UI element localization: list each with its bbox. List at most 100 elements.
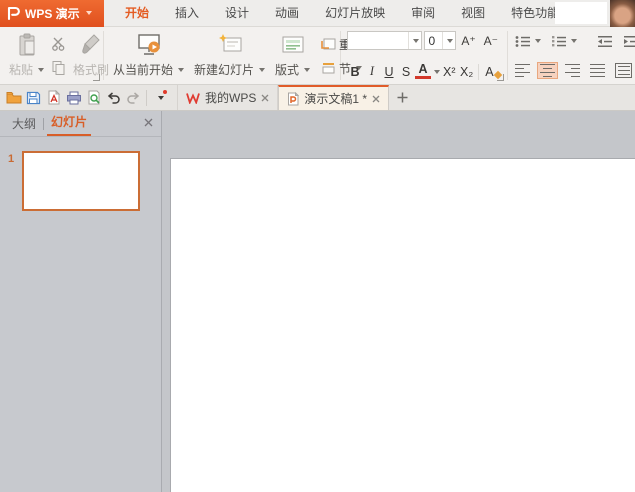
- redo-icon: [126, 91, 141, 104]
- titlebar-blank-field[interactable]: [555, 2, 607, 24]
- cut-scissors-icon[interactable]: [51, 37, 66, 51]
- editing-area: [162, 111, 635, 492]
- close-panel-button[interactable]: [144, 118, 153, 127]
- play-from-current-button[interactable]: 从当前开始: [108, 30, 189, 82]
- chevron-down-icon: [413, 39, 419, 43]
- numbered-list-button[interactable]: [548, 33, 580, 50]
- font-size-value: 0: [425, 34, 443, 48]
- open-file-button[interactable]: [4, 87, 23, 109]
- distribute-text-button[interactable]: [612, 61, 635, 81]
- menu-review[interactable]: 审阅: [398, 0, 448, 26]
- tab-my-wps[interactable]: 我的WPS: [177, 85, 278, 110]
- font-name-combobox[interactable]: [347, 31, 422, 50]
- pdf-export-icon: [47, 90, 61, 105]
- menu-animation[interactable]: 动画: [262, 0, 312, 26]
- open-folder-icon: [6, 91, 22, 104]
- layout-label: 版式: [275, 61, 299, 78]
- export-pdf-button[interactable]: [44, 87, 63, 109]
- menu-design[interactable]: 设计: [212, 0, 262, 26]
- decrease-font-button[interactable]: A⁻: [481, 34, 501, 48]
- close-icon: [144, 118, 153, 127]
- tab-presentation1[interactable]: 演示文稿1 *: [278, 85, 389, 110]
- align-right-button[interactable]: [562, 62, 583, 80]
- save-floppy-icon: [26, 91, 41, 105]
- section-icon: [321, 62, 336, 75]
- font-dialog-launcher[interactable]: [497, 74, 504, 81]
- outline-tab[interactable]: 大纲: [8, 115, 40, 132]
- chevron-down-icon: [158, 96, 164, 100]
- superscript-button[interactable]: X²: [441, 64, 457, 80]
- slides-group: 从当前开始 新建幻灯片 版式: [104, 27, 340, 84]
- notification-dot: [163, 90, 167, 94]
- menu-insert[interactable]: 插入: [162, 0, 212, 26]
- font-group: 0 A⁺ A⁻ B I U S A X² X₂ A: [341, 27, 507, 84]
- increase-indent-button[interactable]: [620, 33, 635, 50]
- printer-icon: [66, 91, 82, 105]
- numbered-list-icon: [551, 35, 567, 48]
- chevron-down-icon: [86, 11, 92, 15]
- bullet-list-button[interactable]: [512, 33, 544, 50]
- customize-toolbar-button[interactable]: [150, 87, 169, 109]
- close-icon[interactable]: [261, 94, 269, 102]
- justify-button[interactable]: [587, 62, 608, 80]
- cut-copy-column: [49, 30, 68, 82]
- slide-thumbnail-1[interactable]: [22, 151, 140, 211]
- layout-button[interactable]: 版式: [270, 30, 315, 82]
- align-center-icon: [540, 64, 555, 78]
- clipboard-dialog-launcher[interactable]: [93, 74, 100, 81]
- copy-icon[interactable]: [51, 60, 66, 75]
- align-right-icon: [565, 64, 580, 78]
- print-preview-icon: [87, 90, 101, 105]
- plus-icon: [397, 92, 408, 103]
- increase-font-button[interactable]: A⁺: [458, 34, 478, 48]
- app-title: WPS 演示: [25, 5, 80, 22]
- slide-thumbnail-row: 1: [0, 151, 161, 211]
- decrease-indent-button[interactable]: [594, 33, 616, 50]
- wps-w-icon: [186, 92, 200, 104]
- slide-layout-icon: [280, 33, 306, 57]
- quick-access-toolbar: [0, 85, 171, 110]
- justify-icon: [590, 64, 605, 78]
- print-button[interactable]: [64, 87, 83, 109]
- menu-home[interactable]: 开始: [112, 0, 162, 26]
- save-button[interactable]: [24, 87, 43, 109]
- slideshow-screen-icon: [136, 33, 162, 57]
- align-center-button[interactable]: [537, 62, 558, 80]
- slide-canvas[interactable]: [170, 158, 635, 492]
- underline-button[interactable]: U: [381, 64, 397, 80]
- paste-label: 粘贴: [9, 61, 33, 78]
- redo-button[interactable]: [124, 87, 143, 109]
- bullet-list-icon: [515, 35, 531, 48]
- title-bar: WPS 演示 开始 插入 设计 动画 幻灯片放映 审阅 视图 特色功能: [0, 0, 635, 27]
- font-size-combobox[interactable]: 0: [424, 31, 457, 50]
- print-preview-button[interactable]: [84, 87, 103, 109]
- clipboard-group: 粘贴 格式刷: [0, 27, 103, 84]
- undo-button[interactable]: [104, 87, 123, 109]
- new-slide-icon: [217, 33, 243, 57]
- new-tab-button[interactable]: [389, 85, 415, 110]
- italic-button[interactable]: I: [364, 63, 380, 80]
- menu-view[interactable]: 视图: [448, 0, 498, 26]
- ribbon-home: 粘贴 格式刷: [0, 27, 635, 85]
- strikethrough-button[interactable]: S: [398, 64, 414, 80]
- close-icon[interactable]: [372, 95, 380, 103]
- menu-slideshow[interactable]: 幻灯片放映: [312, 0, 398, 26]
- wps-app-menu[interactable]: WPS 演示: [0, 0, 104, 27]
- play-from-current-label: 从当前开始: [113, 61, 173, 78]
- format-painter-brush-icon: [81, 33, 101, 55]
- font-color-button[interactable]: A: [415, 62, 431, 79]
- subscript-button[interactable]: X₂: [458, 64, 474, 80]
- chevron-down-icon: [447, 39, 453, 43]
- wps-logo-icon: [6, 5, 21, 21]
- user-avatar[interactable]: [610, 0, 635, 27]
- paste-button[interactable]: 粘贴: [4, 30, 49, 82]
- paragraph-group: [508, 27, 635, 84]
- bold-button[interactable]: B: [347, 64, 363, 80]
- wps-presentation-window: WPS 演示 开始 插入 设计 动画 幻灯片放映 审阅 视图 特色功能: [0, 0, 635, 492]
- slide-panel-header: 大纲 幻灯片: [0, 111, 161, 137]
- slide-number: 1: [0, 151, 22, 211]
- workspace: 大纲 幻灯片 1: [0, 111, 635, 492]
- align-left-button[interactable]: [512, 62, 533, 80]
- new-slide-button[interactable]: 新建幻灯片: [189, 30, 270, 82]
- slides-tab[interactable]: 幻灯片: [47, 111, 91, 136]
